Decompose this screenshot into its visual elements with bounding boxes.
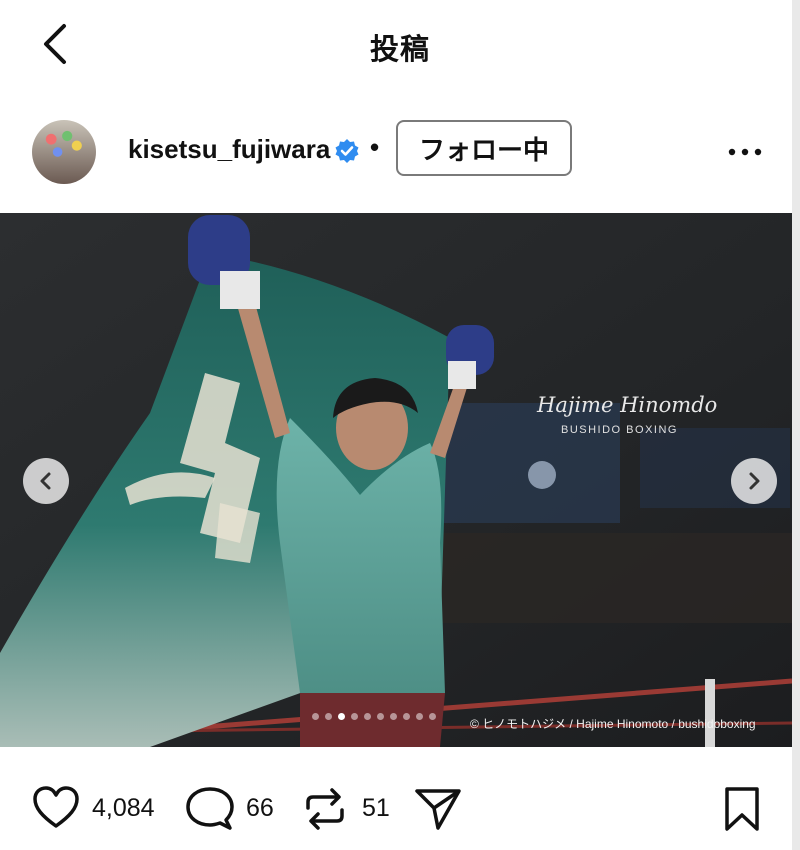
scrollbar[interactable]: [792, 0, 800, 850]
photographer-signature: Hajime Hinomdo: [537, 393, 718, 417]
previous-photo-button[interactable]: [23, 458, 69, 504]
username-link[interactable]: kisetsu_fujiwara: [128, 134, 330, 165]
action-bar: 4,084 66 51: [0, 778, 800, 838]
carousel-dot: [390, 713, 397, 720]
page-title: 投稿: [369, 34, 430, 66]
carousel-dot: [377, 713, 384, 720]
carousel-dot: [338, 713, 345, 720]
following-button[interactable]: フォロー中: [396, 120, 572, 176]
verified-badge-icon: [335, 139, 359, 163]
carousel-dot: [312, 713, 319, 720]
carousel-dot: [364, 713, 371, 720]
carousel-indicator: [312, 707, 442, 720]
next-photo-button[interactable]: [731, 458, 777, 504]
bookmark-icon[interactable]: [720, 786, 764, 832]
comment-icon[interactable]: [186, 786, 234, 832]
avatar[interactable]: [32, 120, 96, 184]
like-count: 4,084: [92, 794, 155, 822]
more-icon[interactable]: [725, 140, 765, 164]
post-header: kisetsu_fujiwara • フォロー中: [0, 112, 800, 192]
carousel-dot: [351, 713, 358, 720]
chevron-left-icon: [40, 472, 51, 490]
carousel-dot: [325, 713, 332, 720]
separator-dot: •: [370, 132, 380, 162]
repost-icon[interactable]: [302, 786, 348, 832]
send-icon[interactable]: [414, 786, 462, 832]
boxer-photo-image: [0, 213, 792, 747]
carousel-dot: [403, 713, 410, 720]
top-bar: 投稿: [0, 0, 800, 90]
post-photo[interactable]: Hajime Hinomdo BUSHIDO BOXING © ヒノモトハジメ …: [0, 213, 792, 747]
comment-count: 66: [246, 794, 274, 822]
carousel-dot: [429, 713, 436, 720]
carousel-dot: [416, 713, 423, 720]
photo-credit: © ヒノモトハジメ / Hajime Hinomoto / bushidobox…: [470, 717, 756, 731]
chevron-right-icon: [749, 472, 760, 490]
repost-count: 51: [362, 794, 390, 822]
photographer-brand: BUSHIDO BOXING: [561, 424, 678, 436]
heart-icon[interactable]: [32, 786, 80, 830]
